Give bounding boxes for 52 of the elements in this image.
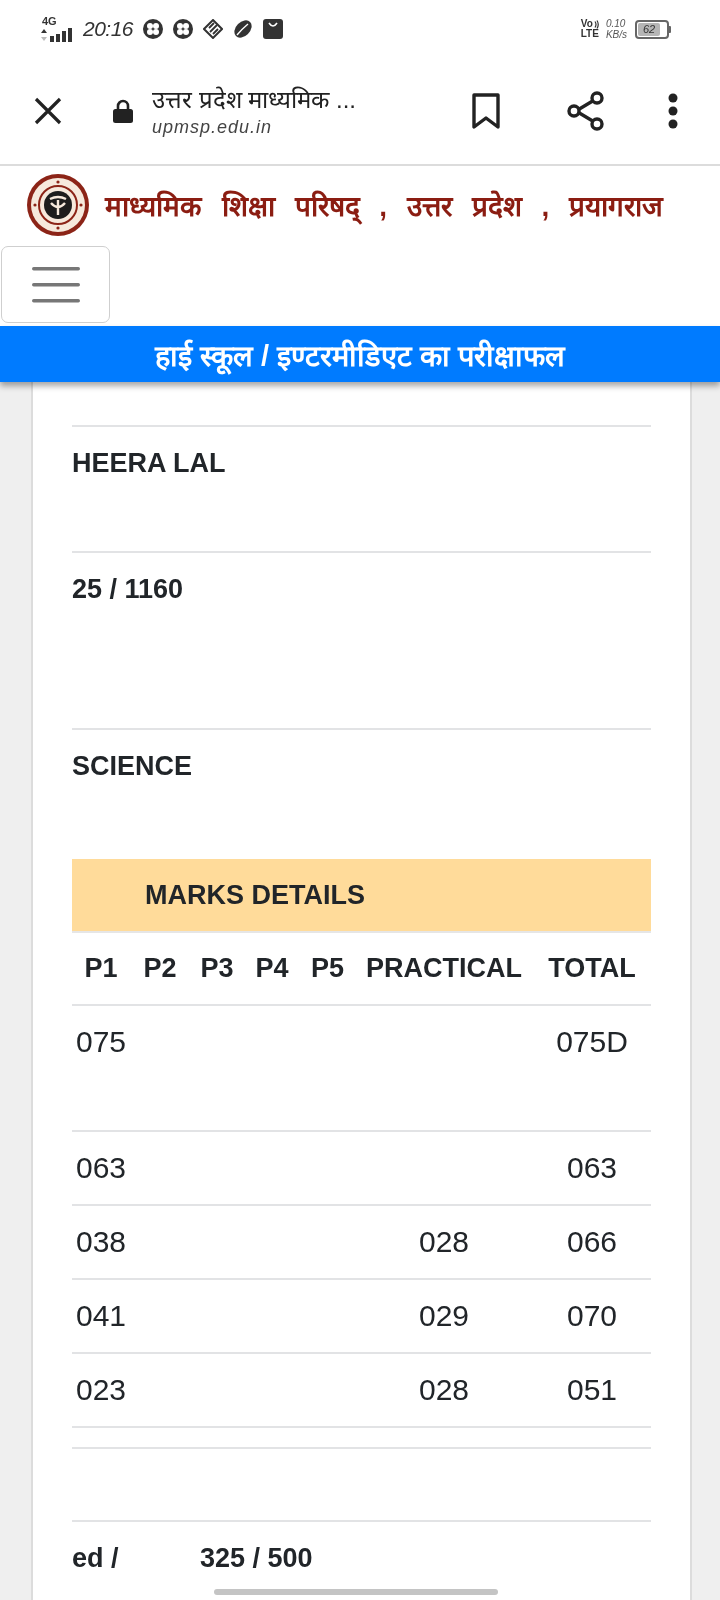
signal-icon — [41, 28, 73, 42]
table-cell: 028 — [418, 1225, 470, 1259]
bookmark-icon — [472, 93, 500, 129]
column-header: P5 — [311, 953, 344, 984]
volte-text: Vo — [580, 19, 593, 29]
table-cell: 051 — [566, 1373, 618, 1407]
share-icon — [566, 91, 606, 131]
table-cell: 023 — [75, 1373, 127, 1407]
results-banner: हाई स्कूल / इण्टरमीडिएट का परीक्षाफल — [0, 326, 720, 382]
board-name: माध्यमिक शिक्षा परिषद् , उत्तर प्रदेश , प्रयागराज — [105, 186, 663, 224]
network-type: 4G — [42, 16, 57, 27]
clock-time: 20:16 — [83, 17, 134, 41]
clover-icon — [143, 19, 164, 39]
column-header: P2 — [143, 953, 177, 984]
leaf-icon — [233, 19, 254, 39]
marks-details-header: MARKS DETAILS — [72, 859, 651, 933]
row-label: ed / — [72, 1542, 119, 1575]
close-icon — [34, 97, 62, 125]
table-cell: 038 — [75, 1225, 127, 1259]
table-cell: 070 — [566, 1299, 618, 1333]
clover-icon — [173, 19, 194, 39]
column-header: P4 — [255, 953, 289, 984]
result-value: 25 / 1160 — [72, 574, 184, 604]
column-header: P1 — [84, 953, 118, 984]
column-header: PRACTICAL — [366, 953, 522, 984]
table-cell: 041 — [75, 1299, 127, 1333]
round-seal-logo-icon — [26, 173, 90, 237]
result-value: HEERA LAL — [72, 448, 226, 478]
table-cell: 028 — [418, 1373, 470, 1407]
call-wave-icon — [593, 19, 599, 29]
page-url[interactable]: upmsp.edu.in — [152, 116, 273, 138]
page-title: उत्तर प्रदेश माध्यमिक ... — [152, 85, 357, 115]
table-cell: 063 — [566, 1151, 618, 1185]
speed-unit: KB/s — [605, 29, 627, 40]
table-cell: 066 — [566, 1225, 618, 1259]
table-cell: 075D — [556, 1025, 628, 1059]
lock-icon — [113, 99, 133, 123]
network-speed: 0.10 — [605, 18, 626, 29]
menu-icon — [31, 266, 80, 303]
column-header: TOTAL — [548, 953, 636, 984]
result-value: SCIENCE — [72, 751, 193, 781]
total-marks: 325 / 500 — [200, 1542, 313, 1575]
battery-percent: 62 — [643, 23, 656, 35]
menu-button[interactable] — [1, 246, 110, 323]
column-header: P3 — [200, 953, 234, 984]
table-cell: 075 — [75, 1025, 127, 1059]
table-cell: 063 — [75, 1151, 127, 1185]
lte-text: LTE — [580, 29, 599, 39]
more-options-icon — [668, 93, 678, 129]
striped-diamond-icon — [203, 19, 224, 39]
shopping-bag-icon — [263, 19, 284, 39]
table-cell: 029 — [418, 1299, 470, 1333]
